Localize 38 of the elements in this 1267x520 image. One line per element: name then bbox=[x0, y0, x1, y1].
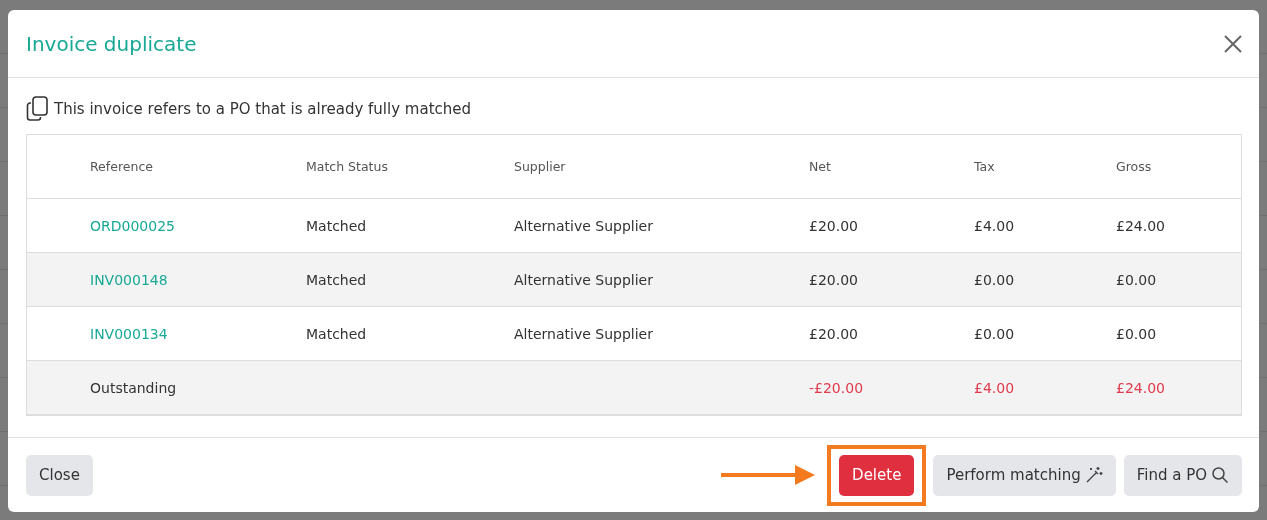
table-cell: £4.00 bbox=[974, 379, 1015, 396]
column-header: Tax bbox=[974, 159, 995, 174]
delete-button[interactable]: Delete bbox=[839, 454, 915, 496]
table-cell: £4.00 bbox=[974, 217, 1015, 234]
search-icon bbox=[1211, 466, 1229, 484]
dialog-title: Invoice duplicate bbox=[26, 31, 197, 56]
table-cell: £0.00 bbox=[1116, 325, 1157, 342]
button[interactable]: Close bbox=[26, 454, 93, 496]
table-cell: £0.00 bbox=[974, 271, 1015, 288]
table-cell: Matched bbox=[306, 271, 367, 288]
reference-link[interactable]: INV000134 bbox=[90, 325, 168, 342]
button[interactable]: Find a PO bbox=[1123, 454, 1242, 496]
table-cell: Alternative Supplier bbox=[514, 271, 653, 288]
table-cell: -£20.00 bbox=[809, 379, 864, 396]
table-cell: £20.00 bbox=[809, 271, 858, 288]
column-header: Reference bbox=[90, 159, 153, 174]
table-cell: £24.00 bbox=[1116, 217, 1165, 234]
table-cell: £0.00 bbox=[974, 325, 1015, 342]
column-header: Match Status bbox=[306, 159, 388, 174]
column-header: Net bbox=[809, 159, 831, 174]
table-cell: £20.00 bbox=[809, 217, 858, 234]
table-cell: Alternative Supplier bbox=[514, 325, 653, 342]
table-cell: £24.00 bbox=[1116, 379, 1165, 396]
column-header: Supplier bbox=[514, 159, 566, 174]
button[interactable]: Perform matching bbox=[933, 454, 1116, 496]
reference-link[interactable]: ORD000025 bbox=[90, 217, 175, 234]
column-header: Gross bbox=[1116, 159, 1152, 174]
table-cell: Matched bbox=[306, 325, 367, 342]
table-cell: Matched bbox=[306, 217, 367, 234]
copy-icon bbox=[26, 96, 50, 122]
close-icon[interactable] bbox=[1223, 33, 1243, 54]
reference-link[interactable]: INV000148 bbox=[90, 271, 168, 288]
table-cell: Alternative Supplier bbox=[514, 217, 653, 234]
table-cell: £0.00 bbox=[1116, 271, 1157, 288]
notice-text: This invoice refers to a PO that is already fully matched bbox=[54, 100, 471, 118]
table-cell: Outstanding bbox=[90, 379, 177, 396]
magic-wand-icon bbox=[1084, 466, 1103, 484]
table-cell: £20.00 bbox=[809, 325, 858, 342]
